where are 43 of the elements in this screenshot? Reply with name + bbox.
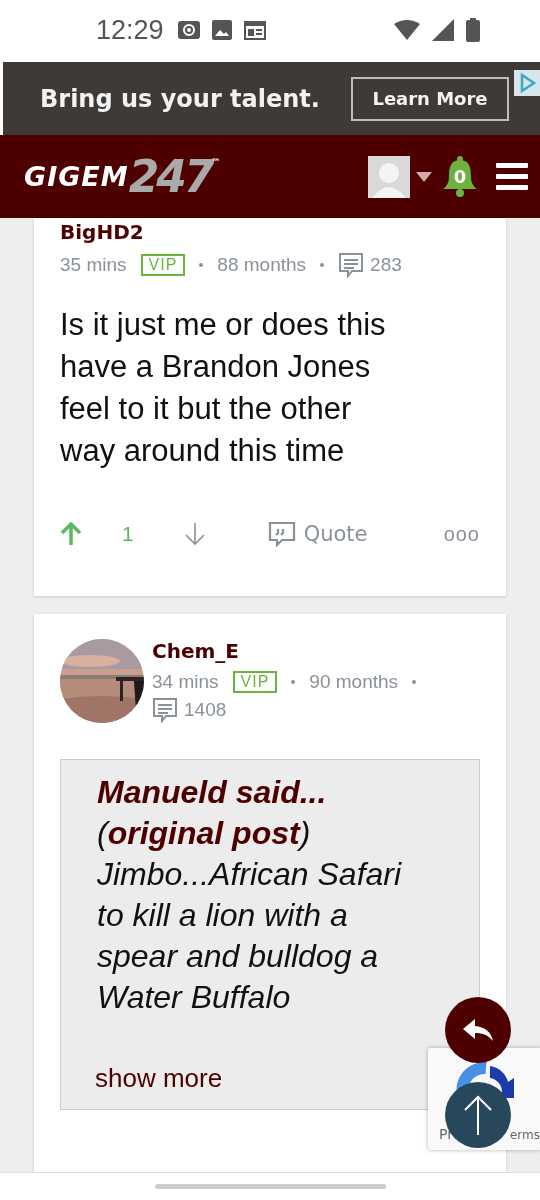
quote-text: Jimbo...African Safari to kill a lion with a spear and bulldog a Water Buffalo [97, 856, 402, 1015]
reply-icon [461, 1017, 495, 1043]
comment-icon [338, 252, 365, 278]
caret-icon[interactable] [416, 171, 432, 182]
membership-tenure: 88 months [217, 254, 307, 276]
separator-dot [412, 680, 417, 684]
image-icon [211, 20, 232, 40]
learn-more-button[interactable]: Learn More [351, 76, 509, 121]
logo-word: GIGEM [24, 161, 129, 192]
quote-icon [267, 521, 296, 547]
arrow-up-icon [463, 1095, 493, 1135]
notification-count: 0 [452, 165, 468, 187]
site-logo[interactable]: GIGEM247™ [24, 151, 368, 202]
privacy-link[interactable]: Pr [439, 1126, 453, 1142]
post-text: Is it just me or does this have a Brandon Jones feel to it but the other way around this time [60, 306, 387, 470]
menu-icon[interactable] [496, 162, 528, 191]
wifi-icon [394, 20, 420, 40]
signal-icon [432, 19, 454, 41]
membership-tenure: 90 months [309, 671, 399, 693]
calendar-icon [243, 20, 266, 40]
radio-icon [177, 21, 200, 39]
username-link[interactable]: Chem_E [152, 639, 472, 663]
post-count: 1408 [184, 699, 227, 721]
logo-number: 247 [128, 151, 212, 202]
post-time: 34 mins [152, 671, 219, 693]
separator-dot [291, 680, 296, 684]
post-count: 283 [370, 254, 402, 276]
vip-badge: VIP [140, 254, 186, 276]
quote-source: (original post) [97, 815, 311, 851]
downvote-icon[interactable] [183, 522, 206, 546]
show-more-link[interactable]: show more [95, 1058, 223, 1099]
vote-count: 1 [122, 522, 134, 546]
vip-badge: VIP [232, 671, 278, 693]
separator-dot [320, 263, 325, 267]
username-link[interactable]: BigHD2 [60, 220, 402, 244]
quote-author: Manueld said... [97, 773, 328, 812]
battery-icon [466, 18, 480, 42]
ad-headline: Bring us your talent. [40, 84, 321, 113]
separator-dot [199, 263, 204, 267]
comment-icon [152, 697, 178, 723]
clock-time: 12:29 [96, 14, 164, 46]
terms-link[interactable]: erms [509, 1128, 540, 1142]
post-time: 35 mins [60, 254, 127, 276]
